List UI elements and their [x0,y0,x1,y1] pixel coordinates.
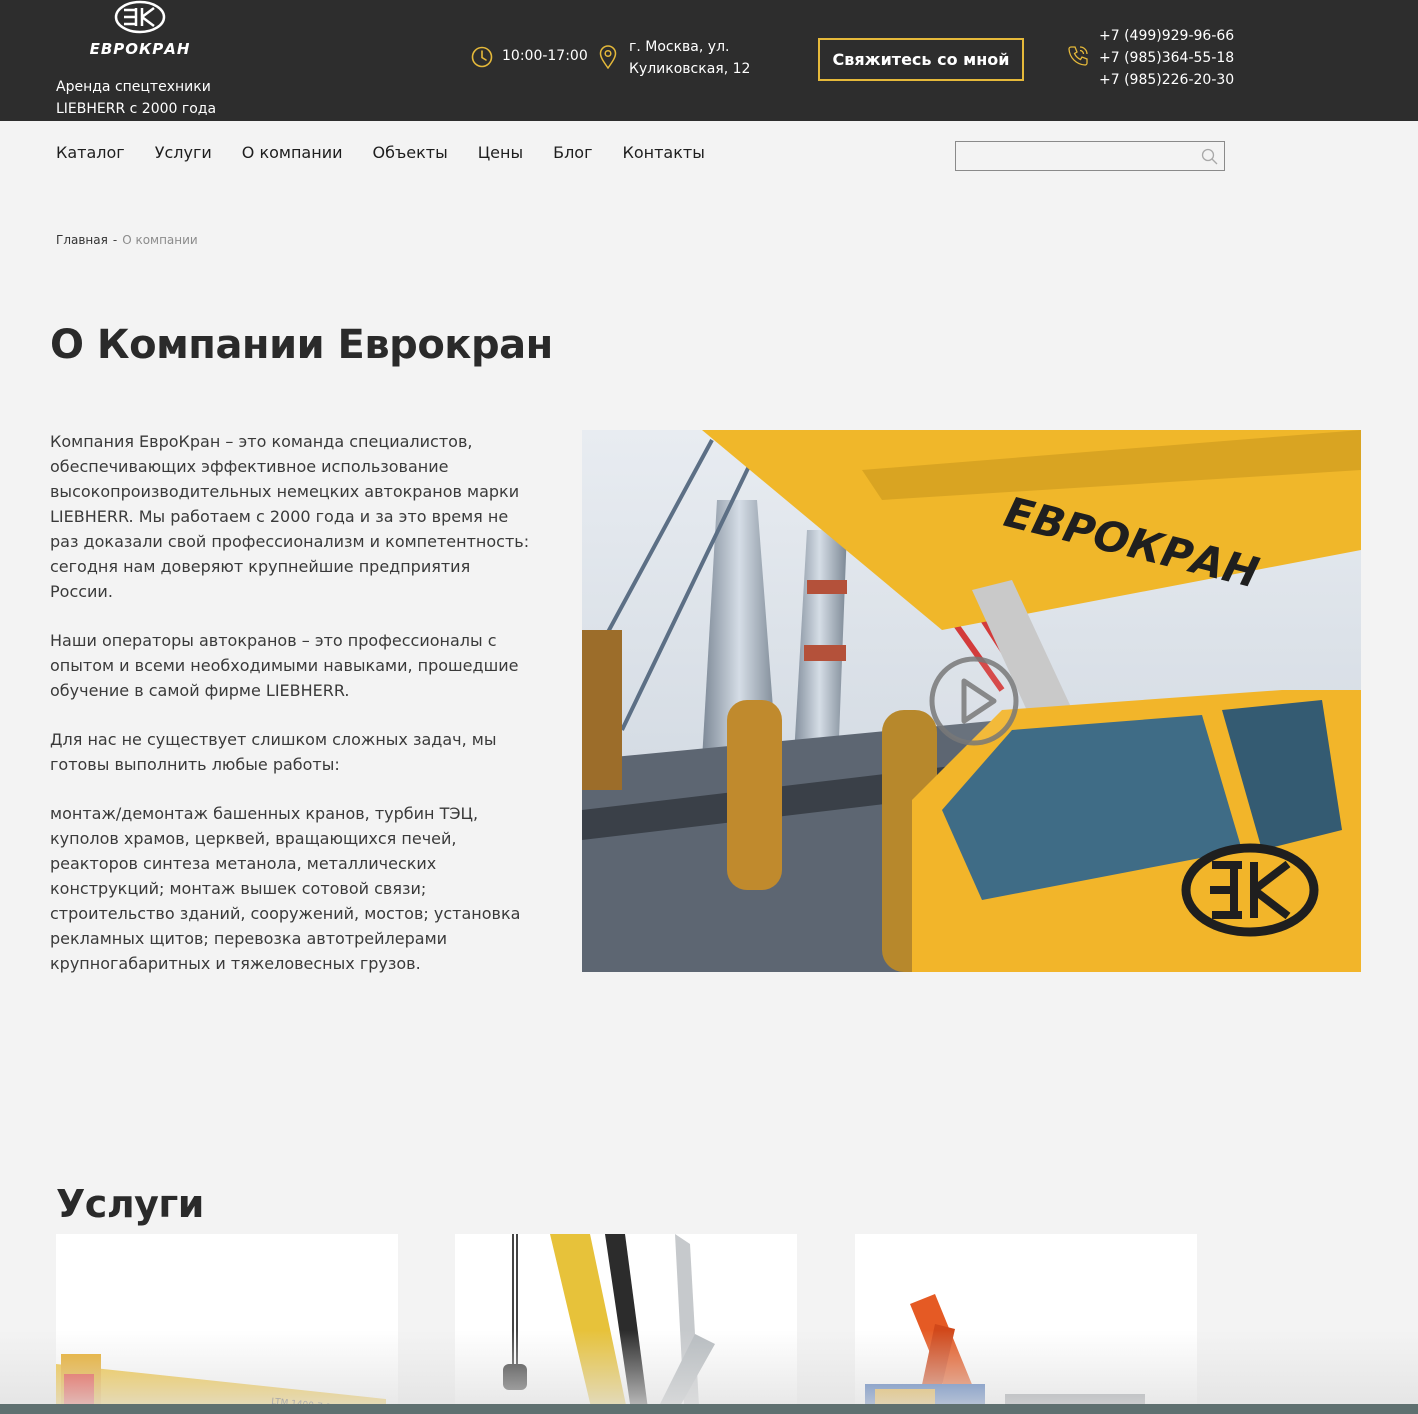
about-text: Компания ЕвроКран – это команда специали… [50,429,530,1000]
search-icon[interactable] [1201,148,1218,165]
breadcrumb-home[interactable]: Главная [56,233,108,247]
nav-item-services[interactable]: Услуги [155,143,212,162]
breadcrumb-current: О компании [122,233,198,247]
excavator-image [865,1294,1145,1414]
nav-item-objects[interactable]: Объекты [373,143,448,162]
tagline: Аренда спецтехники LIEBHERR с 2000 года [56,76,216,120]
phone-list: +7 (499)929-96-66 +7 (985)364-55-18 +7 (… [1099,25,1234,91]
tagline-line-1: Аренда спецтехники [56,79,211,95]
working-hours: 10:00-17:00 [502,48,588,64]
about-paragraph: Наши операторы автокранов – это професси… [50,631,519,700]
contact-me-button[interactable]: Свяжитесь со мной [818,38,1024,81]
service-card[interactable]: LTM 1400-7.1 [56,1234,398,1414]
search-input[interactable] [956,142,1192,170]
service-card[interactable] [455,1234,797,1414]
breadcrumb: Главная - О компании [56,233,198,247]
nav-item-blog[interactable]: Блог [553,143,592,162]
about-paragraph: Компания ЕвроКран – это команда специали… [50,432,530,601]
logo-text[interactable]: ЕВРОКРАН [72,40,208,58]
nav-item-prices[interactable]: Цены [478,143,523,162]
nav-item-about[interactable]: О компании [242,143,343,162]
about-paragraph: монтаж/демонтаж башенных кранов, турбин … [50,804,521,973]
nav-item-contacts[interactable]: Контакты [623,143,705,162]
address-line-2: Куликовская, 12 [629,61,751,77]
nav-item-catalog[interactable]: Каталог [56,143,125,162]
map-pin-icon [599,45,617,69]
phone-link[interactable]: +7 (985)364-55-18 [1099,47,1234,69]
service-card[interactable] [855,1234,1197,1414]
clock-icon [471,46,493,68]
header-bar: ЕВРОКРАН Аренда спецтехники LIEBHERR с 2… [0,0,1418,121]
mobile-crane-image: LTM 1400-7.1 [56,1354,386,1414]
phone-icon [1068,46,1088,66]
tower-crane-image [503,1234,715,1414]
page-title: О Компании Еврокран [50,322,553,368]
services-title: Услуги [56,1182,204,1226]
tagline-line-2: LIEBHERR с 2000 года [56,101,217,117]
bottom-bar [0,1404,1418,1414]
breadcrumb-separator: - [112,233,118,247]
search-box [955,141,1225,171]
phone-link[interactable]: +7 (499)929-96-66 [1099,25,1234,47]
play-icon[interactable] [928,655,1020,747]
main-nav: Каталог Услуги О компании Объекты Цены Б… [56,143,735,162]
phone-link[interactable]: +7 (985)226-20-30 [1099,69,1234,91]
address: г. Москва, ул. Куликовская, 12 [629,36,750,80]
about-paragraph: Для нас не существует слишком сложных за… [50,730,497,774]
address-line-1: г. Москва, ул. [629,39,730,55]
